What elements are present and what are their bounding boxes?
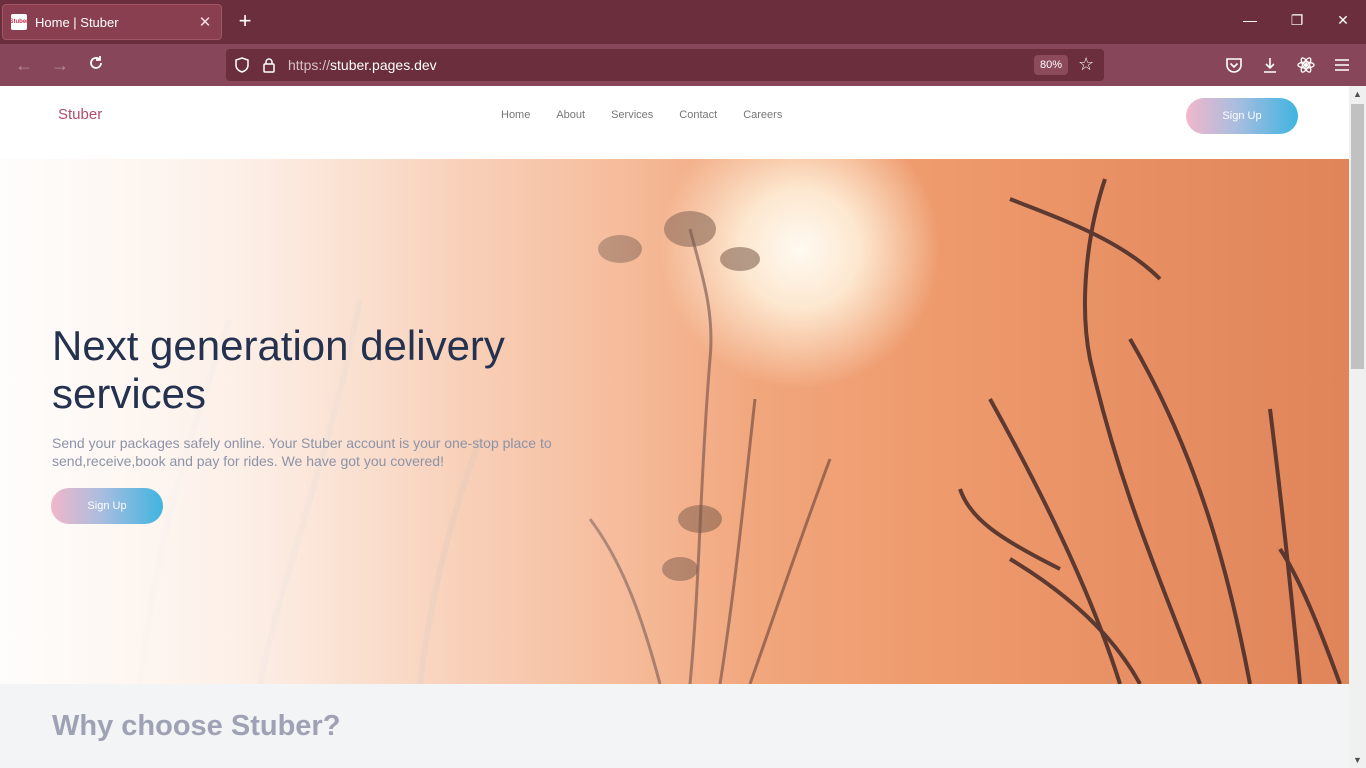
why-choose-section: Why choose Stuber? [0,684,1349,768]
reload-button[interactable] [85,54,107,76]
main-nav: Home About Services Contact Careers [501,109,782,121]
restore-window-button[interactable]: ❐ [1285,12,1309,29]
nav-contact-link[interactable]: Contact [679,109,717,121]
extension-icon[interactable] [1296,55,1316,75]
tab-title: Home | Stuber [35,14,119,30]
page-viewport: Stuber Home About Services Contact Caree… [0,86,1349,768]
browser-toolbar: ← → https://stuber.pages.dev 80% ☆ [0,44,1366,86]
minimize-window-button[interactable]: — [1238,12,1262,28]
scrollbar-thumb[interactable] [1351,104,1364,369]
download-icon[interactable] [1260,55,1280,75]
star-icon[interactable]: ☆ [1078,54,1094,75]
nav-services-link[interactable]: Services [611,109,653,121]
browser-tab-bar: Stuber Home | Stuber ✕ + — ❐ ✕ [0,0,1366,44]
scroll-down-icon[interactable]: ▼ [1349,752,1366,768]
hero-fade-overlay [0,159,760,684]
scroll-up-icon[interactable]: ▲ [1349,86,1366,102]
lock-icon[interactable] [260,56,278,74]
site-header: Stuber Home About Services Contact Caree… [0,86,1349,159]
nav-about-link[interactable]: About [556,109,585,121]
address-bar[interactable]: https://stuber.pages.dev 80% ☆ [226,49,1104,81]
close-window-button[interactable]: ✕ [1331,12,1355,29]
hero-section: Next generation delivery services Send y… [0,159,1349,684]
forward-button[interactable]: → [49,54,71,76]
hero-title: Next generation delivery services [52,322,505,417]
site-favicon-icon: Stuber [10,14,29,30]
url-text[interactable]: https://stuber.pages.dev [288,57,437,73]
pocket-icon[interactable] [1224,55,1244,75]
shield-icon[interactable] [233,56,251,74]
new-tab-button[interactable]: + [234,10,256,32]
nav-home-link[interactable]: Home [501,109,530,121]
close-tab-icon[interactable]: ✕ [197,13,213,31]
zoom-level-badge[interactable]: 80% [1034,55,1068,75]
back-button[interactable]: ← [13,54,35,76]
browser-tab[interactable]: Stuber Home | Stuber ✕ [2,4,222,40]
menu-icon[interactable] [1332,55,1352,75]
reload-icon [90,56,102,69]
hero-signup-button[interactable]: Sign Up [51,488,163,524]
header-signup-button[interactable]: Sign Up [1186,98,1298,134]
page-scrollbar[interactable]: ▲ ▼ [1349,86,1366,768]
hero-description: Send your packages safely online. Your S… [52,435,552,469]
section-title: Why choose Stuber? [52,710,341,742]
nav-careers-link[interactable]: Careers [743,109,782,121]
site-logo[interactable]: Stuber [58,106,102,123]
